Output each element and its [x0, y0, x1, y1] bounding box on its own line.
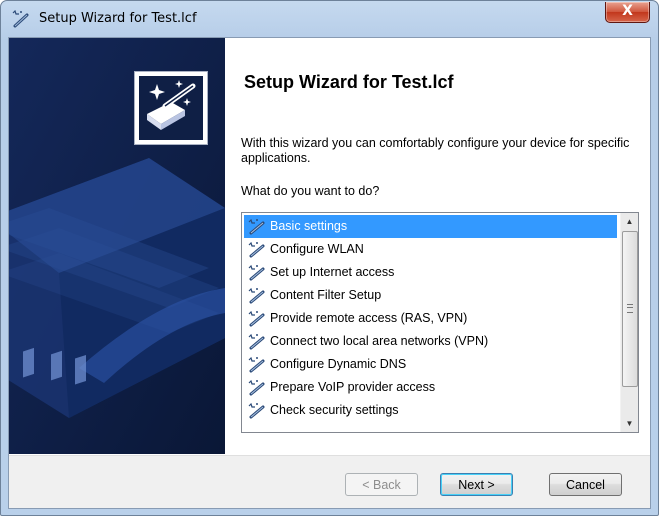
scroll-up-arrow-icon[interactable]: ▲ [621, 213, 638, 230]
wizard-wand-icon [248, 287, 265, 304]
wizard-question: What do you want to do? [241, 184, 380, 198]
scrollbar-thumb[interactable] [622, 231, 638, 387]
wizard-client-area: Setup Wizard for Test.lcf With this wiza… [8, 37, 651, 509]
list-item-label: Check security settings [270, 403, 399, 417]
wizard-wand-icon [12, 10, 29, 28]
wizard-wand-icon [248, 402, 265, 419]
list-item[interactable]: Configure Dynamic DNS [244, 353, 617, 376]
list-item-label: Connect two local area networks (VPN) [270, 334, 489, 348]
wizard-wand-icon [248, 241, 265, 258]
wizard-footer: < Back Next > Cancel [9, 455, 650, 508]
list-item[interactable]: Set up Internet access [244, 261, 617, 284]
close-button[interactable]: X [605, 2, 650, 23]
list-item[interactable]: Configure WLAN [244, 238, 617, 261]
wizard-wand-icon [248, 333, 265, 350]
list-item-label: Configure Dynamic DNS [270, 357, 407, 371]
scroll-grip-icon [627, 304, 633, 313]
list-item[interactable]: Provide remote access (RAS, VPN) [244, 307, 617, 330]
list-item[interactable]: Content Filter Setup [244, 284, 617, 307]
vertical-scrollbar[interactable]: ▲ ▼ [620, 213, 638, 432]
list-item-label: Set up Internet access [270, 265, 395, 279]
list-item-label: Prepare VoIP provider access [270, 380, 436, 394]
list-item[interactable]: Connect two local area networks (VPN) [244, 330, 617, 353]
wizard-wand-icon [248, 264, 265, 281]
wizard-heading: Setup Wizard for Test.lcf [244, 72, 454, 92]
list-item[interactable]: Prepare VoIP provider access [244, 376, 617, 399]
wizard-logo-icon [134, 71, 208, 145]
list-item-label: Configure WLAN [270, 242, 364, 256]
wizard-wand-icon [248, 310, 265, 327]
setup-wizard-window: Setup Wizard for Test.lcf X Setup Wizard… [0, 0, 659, 516]
wizard-wand-icon [248, 379, 265, 396]
side-banner [9, 38, 225, 454]
cancel-button[interactable]: Cancel [549, 473, 622, 496]
back-button[interactable]: < Back [345, 473, 418, 496]
options-listbox[interactable]: Basic settings Configure WLAN Set up Inter… [241, 212, 639, 433]
title-bar[interactable]: Setup Wizard for Test.lcf X [1, 1, 658, 37]
list-item-label: Provide remote access (RAS, VPN) [270, 311, 468, 325]
options-list: Basic settings Configure WLAN Set up Inter… [244, 215, 617, 422]
list-item[interactable]: Check security settings [244, 399, 617, 422]
list-item-label: Content Filter Setup [270, 288, 382, 302]
wizard-wand-icon [248, 218, 265, 235]
list-item[interactable]: Basic settings [244, 215, 617, 238]
wizard-description: With this wizard you can comfortably con… [241, 136, 630, 165]
list-item-label: Basic settings [270, 219, 348, 233]
next-button[interactable]: Next > [440, 473, 513, 496]
wizard-wand-icon [248, 356, 265, 373]
scroll-down-arrow-icon[interactable]: ▼ [621, 415, 638, 432]
window-title: Setup Wizard for Test.lcf [39, 11, 197, 26]
